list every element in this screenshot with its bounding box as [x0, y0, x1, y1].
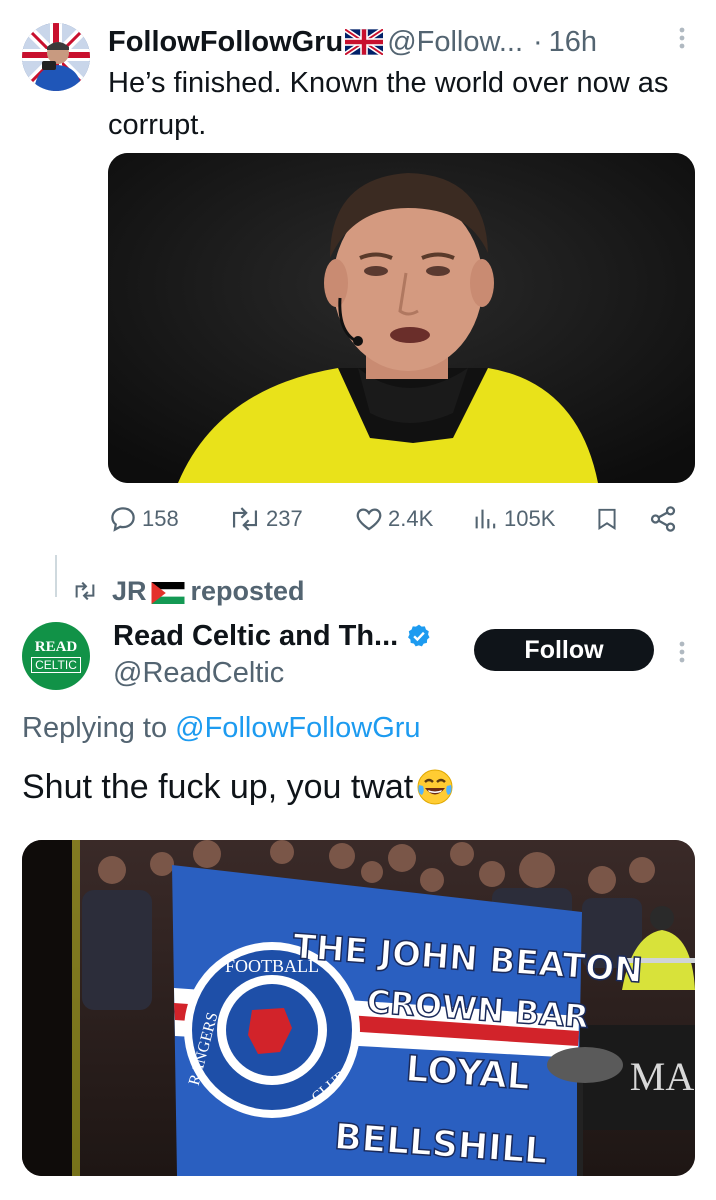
more-options-icon[interactable] — [670, 22, 694, 58]
tweet-image[interactable]: MA FOOTBALL RANGERS CLUB THE JOHN BEATON… — [22, 840, 695, 1176]
share-button[interactable] — [648, 500, 682, 538]
display-name[interactable]: Read Celtic and Th... — [113, 620, 398, 653]
board-text: MA — [630, 1054, 695, 1099]
repost-count: 237 — [266, 506, 303, 531]
palestine-flag-icon — [151, 580, 185, 604]
tweet-text: Shut the fuck up, you twat — [22, 764, 455, 810]
heart-icon — [356, 508, 382, 531]
bookmark-button[interactable] — [594, 500, 624, 538]
handle[interactable]: @Follow... — [387, 26, 523, 59]
tweet-actions: 158 237 2.4K 105K — [108, 500, 688, 538]
display-name[interactable]: FollowFollowGru — [108, 26, 343, 59]
repost-icon — [75, 581, 95, 601]
tweet-followfollowgru: FollowFollowGru @Follow... · 16h He’s fi… — [0, 0, 716, 545]
avatar[interactable] — [22, 23, 90, 91]
repost-button[interactable]: 237 — [228, 500, 303, 538]
reposter-name: JR — [112, 575, 147, 606]
like-button[interactable]: 2.4K — [354, 500, 433, 538]
views-button[interactable]: 105K — [472, 500, 555, 538]
reposted-label: reposted — [190, 575, 305, 606]
tweet-header: FollowFollowGru @Follow... · 16h — [108, 24, 688, 60]
referee-photo — [108, 153, 695, 483]
laughing-tears-emoji-icon — [415, 767, 455, 807]
views-count: 105K — [504, 506, 556, 531]
repost-icon — [232, 507, 258, 531]
repost-context[interactable]: JR reposted — [72, 572, 305, 610]
timestamp[interactable]: 16h — [549, 26, 597, 59]
uk-flag-icon — [343, 27, 385, 57]
share-icon — [650, 506, 676, 532]
bookmark-icon — [598, 508, 616, 530]
avatar-text-read: READ — [34, 639, 78, 655]
replying-to: Replying to @FollowFollowGru — [22, 709, 421, 747]
verified-badge-icon[interactable] — [406, 623, 432, 649]
avatar-text-celtic: CELTIC — [31, 657, 81, 673]
tweet-text: He’s finished. Known the world over now … — [108, 67, 669, 141]
banner-line-3: LOYAL — [404, 1049, 531, 1099]
more-options-icon[interactable] — [670, 636, 694, 672]
handle[interactable]: @ReadCeltic — [113, 655, 284, 691]
avatar[interactable]: READ CELTIC — [22, 622, 90, 690]
follow-button[interactable]: Follow — [474, 629, 654, 671]
rangers-banner-photo: MA FOOTBALL RANGERS CLUB THE JOHN BEATON… — [22, 840, 695, 1176]
like-count: 2.4K — [388, 506, 434, 531]
display-name-row: Read Celtic and Th... — [113, 617, 432, 655]
replying-prefix: Replying to — [22, 712, 168, 744]
reply-icon — [111, 507, 135, 532]
replying-to-link[interactable]: @FollowFollowGru — [175, 712, 420, 744]
separator: · — [533, 25, 543, 58]
thread-line — [55, 555, 57, 597]
tweet-image[interactable] — [108, 153, 695, 483]
reply-count: 158 — [142, 506, 179, 531]
views-icon — [475, 509, 496, 529]
tweet-text-content: Shut the fuck up, you twat — [22, 768, 414, 806]
reply-button[interactable]: 158 — [108, 500, 179, 538]
